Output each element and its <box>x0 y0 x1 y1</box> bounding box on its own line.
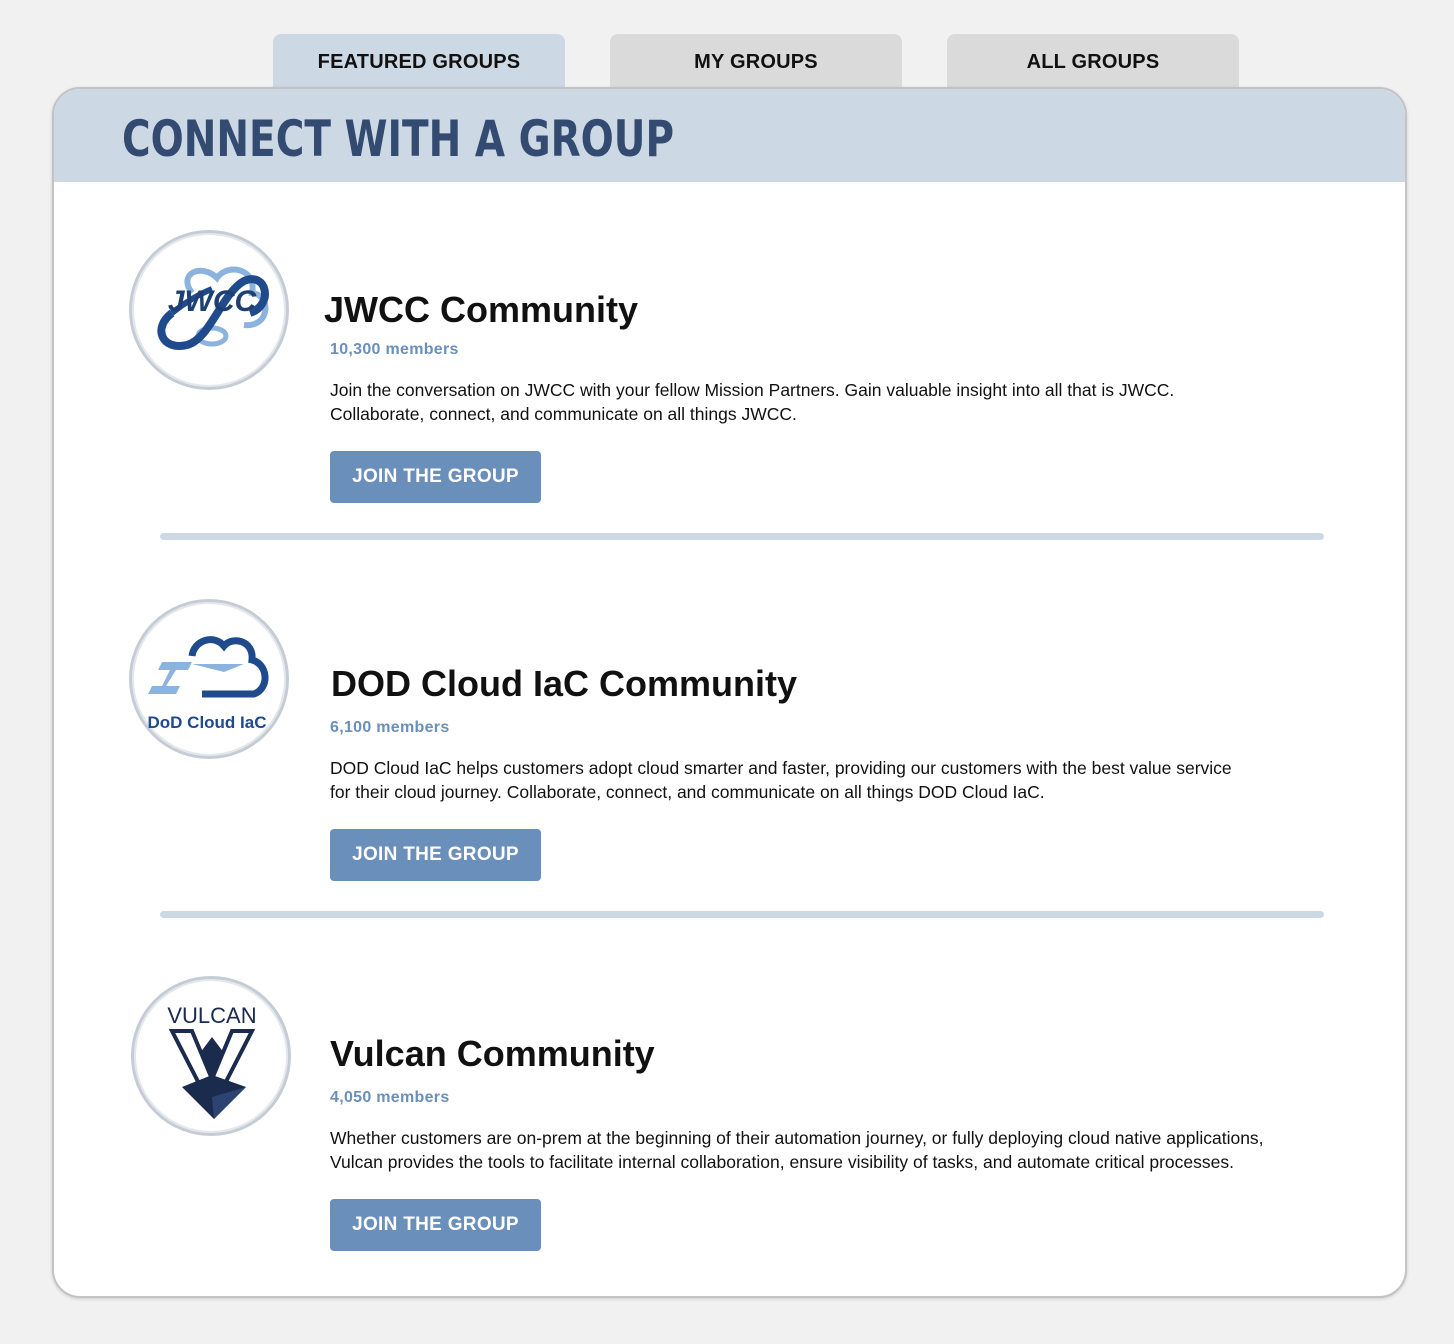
member-count-jwcc: 10,300 members <box>330 341 459 358</box>
tab-all-groups[interactable]: ALL GROUPS <box>947 34 1239 90</box>
member-count-dod-cloud-iac: 6,100 members <box>330 719 450 736</box>
description-line: for their cloud journey. Collaborate, co… <box>330 782 1045 802</box>
join-group-button-vulcan[interactable]: JOIN THE GROUP <box>330 1199 541 1251</box>
group-description-jwcc: Join the conversation on JWCC with your … <box>330 378 1310 426</box>
section-divider <box>160 911 1324 918</box>
section-divider <box>160 533 1324 540</box>
group-name-jwcc: JWCC Community <box>324 289 638 330</box>
group-description-vulcan: Whether customers are on-prem at the beg… <box>330 1126 1330 1174</box>
description-line: Join the conversation on JWCC with your … <box>330 380 1175 400</box>
group-name-dod-cloud-iac: DOD Cloud IaC Community <box>331 663 797 704</box>
group-tabs: FEATURED GROUPS MY GROUPS ALL GROUPS <box>0 34 1454 90</box>
panel-header: CONNECT WITH A GROUP <box>54 89 1405 182</box>
join-group-button-jwcc[interactable]: JOIN THE GROUP <box>330 451 541 503</box>
tab-featured-groups[interactable]: FEATURED GROUPS <box>273 34 565 90</box>
group-name-vulcan: Vulcan Community <box>330 1033 655 1074</box>
description-line: DOD Cloud IaC helps customers adopt clou… <box>330 758 1232 778</box>
groups-panel: CONNECT WITH A GROUP JWCC JWCC Community… <box>52 87 1407 1298</box>
page-title: CONNECT WITH A GROUP <box>122 110 675 168</box>
group-description-dod-cloud-iac: DOD Cloud IaC helps customers adopt clou… <box>330 756 1310 804</box>
description-line: Whether customers are on-prem at the beg… <box>330 1128 1264 1148</box>
vulcan-logo-text: VULCAN <box>167 1003 256 1028</box>
jwcc-logo-icon: JWCC <box>129 230 289 390</box>
description-line: Vulcan provides the tools to facilitate … <box>330 1152 1234 1172</box>
tab-my-groups[interactable]: MY GROUPS <box>610 34 902 90</box>
jwcc-logo-text: JWCC <box>168 285 258 318</box>
member-count-vulcan: 4,050 members <box>330 1089 450 1106</box>
dod-cloud-iac-logo-icon: DoD Cloud IaC <box>129 599 289 759</box>
vulcan-logo-icon: VULCAN <box>131 976 291 1136</box>
description-line: Collaborate, connect, and communicate on… <box>330 404 797 424</box>
join-group-button-dod-cloud-iac[interactable]: JOIN THE GROUP <box>330 829 541 881</box>
dod-logo-text: DoD Cloud IaC <box>148 713 267 732</box>
